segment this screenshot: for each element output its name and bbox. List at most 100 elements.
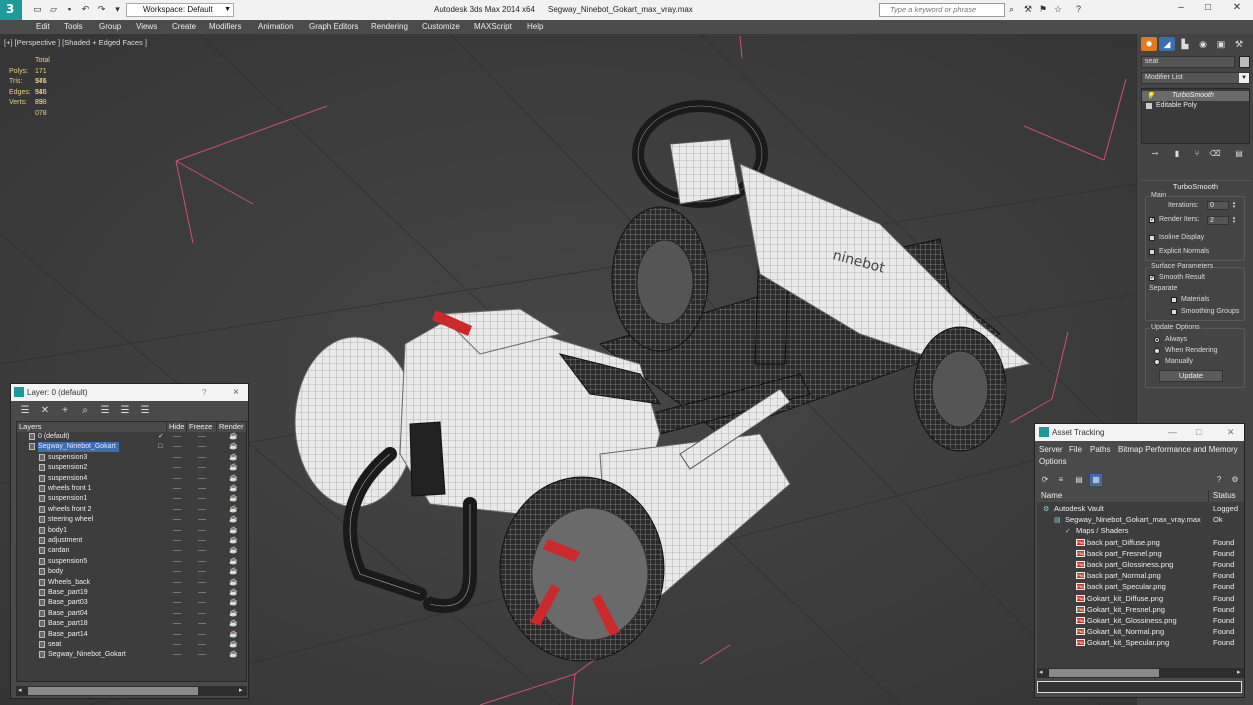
expand-icon[interactable] bbox=[1146, 103, 1152, 109]
hide-toggle[interactable] bbox=[173, 529, 181, 531]
render-teapot-icon[interactable]: ☕ bbox=[229, 557, 238, 567]
hide-toggle[interactable] bbox=[173, 488, 181, 489]
menu-help[interactable]: Help bbox=[527, 22, 543, 31]
layer-row[interactable]: adjustment ☕ bbox=[17, 536, 246, 546]
menu-tools[interactable]: Tools bbox=[64, 22, 83, 31]
asset-row[interactable]: PNG Gokart_kit_Specular.png Found bbox=[1037, 637, 1244, 648]
table-view-icon[interactable]: ▤ bbox=[1073, 474, 1085, 486]
layer-row[interactable]: Wheels_back ☕ bbox=[17, 578, 246, 588]
scroll-right-icon[interactable]: ▸ bbox=[1237, 668, 1241, 676]
hide-toggle[interactable] bbox=[173, 519, 181, 521]
highlight-layer-icon[interactable]: ☰ bbox=[99, 405, 111, 417]
workspace-dropdown[interactable]: Workspace: Default ▼ bbox=[126, 3, 234, 17]
scroll-right-icon[interactable]: ▸ bbox=[239, 686, 243, 694]
freeze-toggle[interactable] bbox=[198, 560, 206, 562]
freeze-toggle[interactable] bbox=[198, 508, 206, 510]
freeze-toggle[interactable] bbox=[198, 654, 206, 656]
modify-tab-icon[interactable]: ◢ bbox=[1159, 37, 1175, 51]
render-iters-checkbox[interactable]: ✓ bbox=[1149, 217, 1155, 223]
asset-row[interactable]: ▤ Segway_Ninebot_Gokart_max_vray.max Ok bbox=[1037, 514, 1244, 525]
asset-menu-bitmap[interactable]: Bitmap Performance and Memory bbox=[1118, 445, 1238, 454]
render-teapot-icon[interactable]: ☕ bbox=[229, 598, 238, 608]
help-icon[interactable]: ? bbox=[1076, 4, 1081, 14]
app-logo-button[interactable]: 3 bbox=[0, 0, 22, 20]
render-teapot-icon[interactable]: ☕ bbox=[229, 567, 238, 577]
hide-toggle[interactable] bbox=[173, 540, 181, 541]
maximize-icon[interactable]: □ bbox=[1196, 424, 1201, 441]
layer-row[interactable]: body1 ☕ bbox=[17, 526, 246, 536]
materials-checkbox[interactable] bbox=[1171, 297, 1177, 303]
pin-stack-icon[interactable]: ⊸ bbox=[1149, 148, 1161, 160]
menu-customize[interactable]: Customize bbox=[422, 22, 460, 31]
layer-row[interactable]: Base_part14 ☕ bbox=[17, 630, 246, 640]
render-teapot-icon[interactable]: ☕ bbox=[229, 609, 238, 619]
render-teapot-icon[interactable]: ☕ bbox=[229, 546, 238, 556]
explicit-normals-checkbox[interactable] bbox=[1149, 249, 1155, 255]
subscription-icon[interactable]: ⚒ bbox=[1024, 4, 1032, 15]
minimize-icon[interactable]: — bbox=[1168, 424, 1177, 441]
asset-row[interactable]: PNG Gokart_kit_Normal.png Found bbox=[1037, 626, 1244, 637]
hide-toggle[interactable] bbox=[173, 467, 181, 469]
viewport-label[interactable]: [+] [Perspective ] [Shaded + Edged Faces… bbox=[4, 38, 147, 47]
manually-radio[interactable] bbox=[1154, 359, 1160, 365]
grid-view-icon[interactable]: ▦ bbox=[1090, 474, 1102, 486]
add-to-layer-icon[interactable]: + bbox=[59, 405, 71, 417]
stack-item-editable-poly[interactable]: Editable Poly bbox=[1142, 101, 1249, 111]
scroll-left-icon[interactable]: ◂ bbox=[18, 686, 22, 694]
freeze-toggle[interactable] bbox=[198, 540, 206, 541]
render-teapot-icon[interactable]: ☕ bbox=[229, 505, 238, 515]
always-radio[interactable] bbox=[1154, 337, 1160, 343]
asset-row[interactable]: PNG back part_Normal.png Found bbox=[1037, 570, 1244, 581]
show-end-result-icon[interactable]: ▮ bbox=[1171, 148, 1183, 160]
set-current-icon[interactable]: □ bbox=[158, 442, 162, 452]
freeze-toggle[interactable] bbox=[198, 550, 206, 552]
stack-item-turbosmooth[interactable]: 💡 TurboSmooth bbox=[1142, 91, 1249, 101]
layer-row[interactable]: Base_part18 ☕ bbox=[17, 619, 246, 629]
layer-row[interactable]: suspension4 ☕ bbox=[17, 474, 246, 484]
freeze-toggle[interactable] bbox=[198, 623, 206, 625]
freeze-toggle[interactable] bbox=[198, 612, 206, 614]
layer-row[interactable]: body ☕ bbox=[17, 567, 246, 577]
freeze-toggle[interactable] bbox=[198, 592, 206, 593]
hide-toggle[interactable] bbox=[173, 623, 181, 625]
new-file-icon[interactable]: ▭ bbox=[32, 4, 43, 15]
asset-row[interactable]: PNG Gokart_kit_Glossiness.png Found bbox=[1037, 615, 1244, 626]
hide-toggle[interactable] bbox=[173, 654, 181, 656]
asset-panel-titlebar[interactable]: Asset Tracking — □ ✕ bbox=[1035, 424, 1244, 441]
hide-toggle[interactable] bbox=[173, 592, 181, 593]
freeze-toggle[interactable] bbox=[198, 477, 206, 479]
render-teapot-icon[interactable]: ☕ bbox=[229, 432, 238, 442]
when-rendering-radio[interactable] bbox=[1154, 348, 1160, 354]
help-icon[interactable]: ? bbox=[1213, 474, 1225, 486]
render-teapot-icon[interactable]: ☕ bbox=[229, 588, 238, 598]
asset-row[interactable]: PNG back part_Fresnel.png Found bbox=[1037, 548, 1244, 559]
column-layers[interactable]: Layers bbox=[17, 422, 167, 432]
layer-row[interactable]: wheels front 1 ☕ bbox=[17, 484, 246, 494]
menu-animation[interactable]: Animation bbox=[258, 22, 294, 31]
scroll-thumb[interactable] bbox=[1049, 669, 1159, 677]
hide-toggle[interactable] bbox=[173, 560, 181, 562]
render-teapot-icon[interactable]: ☕ bbox=[229, 619, 238, 629]
render-teapot-icon[interactable]: ☕ bbox=[229, 453, 238, 463]
asset-menu-paths[interactable]: Paths bbox=[1090, 445, 1110, 454]
freeze-toggle[interactable] bbox=[198, 571, 206, 573]
turbosmooth-rollout-title[interactable]: TurboSmooth bbox=[1141, 180, 1250, 191]
hide-toggle[interactable] bbox=[173, 498, 181, 500]
create-tab-icon[interactable]: ✸ bbox=[1141, 37, 1157, 51]
hide-toggle[interactable] bbox=[173, 477, 181, 479]
close-button[interactable]: ✕ bbox=[1227, 2, 1247, 13]
create-layer-icon[interactable]: ☰ bbox=[19, 405, 31, 417]
layer-row[interactable]: suspension3 ☕ bbox=[17, 453, 246, 463]
open-file-icon[interactable]: ▱ bbox=[48, 4, 59, 15]
configure-sets-icon[interactable]: ▤ bbox=[1233, 148, 1245, 160]
column-freeze[interactable]: Freeze bbox=[187, 422, 217, 432]
render-teapot-icon[interactable]: ☕ bbox=[229, 650, 238, 660]
freeze-toggle[interactable] bbox=[198, 581, 206, 583]
motion-tab-icon[interactable]: ◉ bbox=[1195, 37, 1211, 51]
freeze-toggle[interactable] bbox=[198, 633, 206, 635]
maximize-button[interactable]: □ bbox=[1198, 2, 1218, 13]
layer-row[interactable]: suspension2 ☕ bbox=[17, 463, 246, 473]
menu-graph-editors[interactable]: Graph Editors bbox=[309, 22, 358, 31]
layer-row[interactable]: Base_part04 ☕ bbox=[17, 609, 246, 619]
project-folder-icon[interactable]: ▾ bbox=[112, 4, 123, 15]
